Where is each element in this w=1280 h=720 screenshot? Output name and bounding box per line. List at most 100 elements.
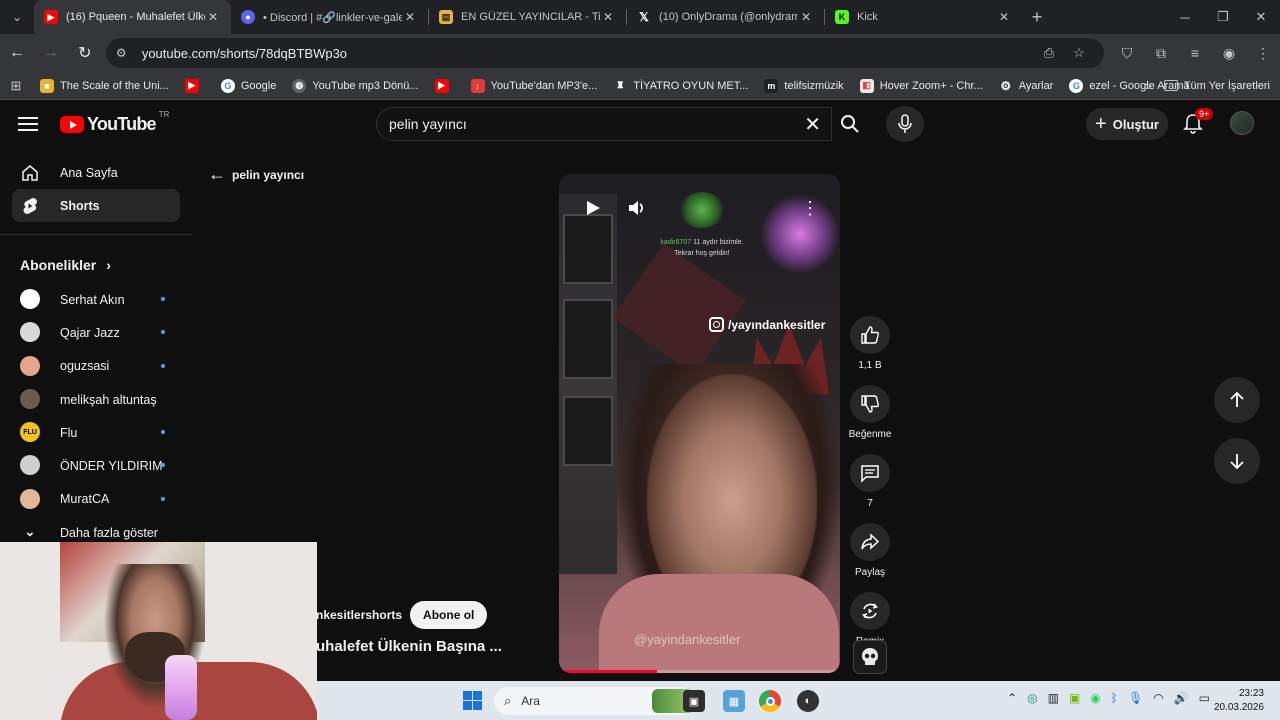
dislike-button[interactable]: Beğenme bbox=[846, 385, 894, 440]
media-controls-icon[interactable]: ≡ bbox=[1178, 45, 1212, 61]
apps-grid-icon[interactable]: ⊞ bbox=[0, 78, 32, 94]
channel-name[interactable]: nkesitlershorts bbox=[316, 608, 402, 622]
task-view-icon[interactable]: ▣ bbox=[683, 690, 705, 712]
next-short-button[interactable] bbox=[1214, 438, 1260, 484]
shield-extension-icon[interactable]: ⛉ bbox=[1110, 45, 1144, 62]
subscription-item[interactable]: Serhat Akın bbox=[0, 283, 192, 316]
volume-icon[interactable]: 🔊 bbox=[1174, 691, 1189, 705]
whatsapp-icon[interactable]: ◉ bbox=[1090, 691, 1100, 705]
bookmark-item[interactable]: G Google bbox=[213, 74, 284, 98]
subscriptions-label: Abonelikler bbox=[20, 257, 97, 273]
edge-icon[interactable]: ◎ bbox=[1027, 691, 1037, 705]
search-input[interactable]: pelin yayıncı ✕ bbox=[376, 107, 832, 141]
voice-search-button[interactable] bbox=[886, 106, 924, 142]
like-button[interactable]: 1,1 B bbox=[846, 316, 894, 371]
previous-short-button[interactable] bbox=[1214, 377, 1260, 423]
chrome-icon[interactable] bbox=[759, 690, 781, 712]
subscription-item[interactable]: FLU Flu bbox=[0, 416, 192, 449]
close-icon[interactable]: ✕ bbox=[205, 10, 221, 24]
subscription-item[interactable]: MuratCA bbox=[0, 483, 192, 516]
install-app-icon[interactable]: ⎙ bbox=[1034, 45, 1064, 61]
search-back-button[interactable]: ← pelin yayıncı bbox=[208, 164, 304, 185]
youtube-logo[interactable]: YouTube TR bbox=[60, 110, 169, 135]
tab-youtube[interactable]: ▶ (16) Pqueen - Muhalefet Ülkenin ✕ bbox=[34, 0, 231, 34]
close-icon[interactable]: ✕ bbox=[402, 10, 418, 24]
comments-button[interactable]: 7 bbox=[846, 454, 894, 509]
bookmark-item[interactable]: ♜ TİYATRO OYUN MET... bbox=[605, 74, 756, 98]
bookmark-item[interactable]: ▶ bbox=[177, 74, 213, 98]
close-icon[interactable]: ✕ bbox=[996, 10, 1012, 24]
sidebar-item-home[interactable]: Ana Sayfa bbox=[12, 156, 180, 189]
bookmark-item[interactable]: ▶ bbox=[427, 74, 463, 98]
bookmark-item[interactable]: ↓ YouTube'dan MP3'e... bbox=[463, 74, 606, 98]
bookmark-label: TİYATRO OYUN MET... bbox=[633, 79, 749, 92]
kick-icon: K bbox=[835, 10, 849, 24]
sidebar-item-shorts[interactable]: Shorts bbox=[12, 189, 180, 222]
extensions-icon[interactable]: ⧉ bbox=[1144, 45, 1178, 62]
battery-icon[interactable]: ▭ bbox=[1199, 691, 1210, 705]
volume-button[interactable] bbox=[621, 192, 653, 224]
bookmark-item[interactable]: ◍ YouTube mp3 Dönü... bbox=[284, 74, 426, 98]
more-bookmarks-icon[interactable]: » bbox=[1145, 78, 1152, 93]
subscriptions-header[interactable]: Abonelikler › bbox=[0, 247, 192, 283]
forward-button[interactable]: → bbox=[34, 36, 68, 70]
create-button[interactable]: + Oluştur bbox=[1086, 108, 1168, 140]
subscription-item[interactable]: oguzsasi bbox=[0, 350, 192, 383]
nvidia-icon[interactable]: ▣ bbox=[1069, 691, 1080, 705]
short-video-player[interactable]: kadir8707 11 aydır bizimle. Tekrar hoş g… bbox=[559, 174, 840, 673]
bookmark-item[interactable]: ◧ Hover Zoom+ - Chr... bbox=[852, 74, 991, 98]
bluetooth-icon[interactable]: ᛒ bbox=[1111, 691, 1118, 705]
taskbar-clock[interactable]: 23:23 20.03.2026 bbox=[1214, 687, 1264, 715]
subscription-item[interactable]: Qajar Jazz bbox=[0, 316, 192, 349]
all-bookmarks-button[interactable]: Tüm Yer İşaretleri bbox=[1163, 80, 1270, 92]
bookmark-item[interactable]: m telifsizmüzik bbox=[756, 74, 851, 98]
microphone-light bbox=[165, 655, 197, 720]
microphone-icon[interactable]: 🎙 bbox=[1128, 691, 1143, 705]
more-vertical-icon: ⋮ bbox=[801, 197, 819, 218]
short-title[interactable]: uhalefet Ülkenin Başına ... bbox=[316, 638, 502, 655]
bookmark-item[interactable]: ■ The Scale of the Uni... bbox=[32, 74, 177, 98]
bookmark-item[interactable]: ⚙ Ayarlar bbox=[991, 74, 1062, 98]
wifi-icon[interactable]: ◠ bbox=[1153, 691, 1163, 705]
tab-discord[interactable]: ● • Discord | #🔗linkler-ve-gale ✕ bbox=[231, 0, 428, 34]
tab-tierlist[interactable]: ▤ EN GÜZEL YAYINCILAR - Tier Lis ✕ bbox=[429, 0, 626, 34]
play-button[interactable] bbox=[577, 192, 609, 224]
subscription-item[interactable]: melikşah altuntaş bbox=[0, 383, 192, 416]
taskbar-search[interactable]: ⌕ Ara bbox=[494, 687, 694, 715]
app-with-badge-icon[interactable]: ◐ bbox=[797, 690, 819, 712]
chevron-up-icon[interactable]: ⌃ bbox=[1007, 691, 1017, 705]
share-button[interactable]: Paylaş bbox=[846, 523, 894, 578]
bookmark-star-icon[interactable]: ☆ bbox=[1064, 45, 1094, 61]
tab-kick[interactable]: K Kick ✕ bbox=[825, 0, 1022, 34]
chart-app-icon[interactable]: ▥ bbox=[1048, 691, 1059, 705]
restore-button[interactable]: ❐ bbox=[1204, 0, 1242, 34]
address-bar[interactable]: ⚙ youtube.com/shorts/78dqBTBWp3o ⎙ ☆ bbox=[105, 38, 1104, 68]
windows-start-icon[interactable] bbox=[463, 691, 482, 710]
tab-search-icon[interactable]: ⌄ bbox=[0, 0, 34, 34]
clear-search-icon[interactable]: ✕ bbox=[804, 112, 821, 137]
site-info-icon[interactable]: ⚙ bbox=[116, 46, 132, 60]
profile-icon[interactable]: ◉ bbox=[1212, 45, 1246, 62]
back-button[interactable]: ← bbox=[0, 36, 34, 70]
reload-button[interactable]: ↻ bbox=[68, 36, 102, 70]
sound-thumbnail[interactable] bbox=[853, 640, 887, 674]
more-menu-icon[interactable]: ⋮ bbox=[1246, 45, 1280, 62]
new-tab-button[interactable]: + bbox=[1022, 7, 1052, 28]
close-window-button[interactable]: ✕ bbox=[1242, 0, 1280, 34]
widget-app-icon[interactable]: ▦ bbox=[723, 690, 745, 712]
close-icon[interactable]: ✕ bbox=[600, 10, 616, 24]
channel-avatar bbox=[20, 388, 40, 409]
account-avatar[interactable] bbox=[1230, 111, 1254, 135]
new-content-dot bbox=[161, 463, 165, 468]
tab-onlydrama[interactable]: 𝕏 (10) OnlyDrama (@onlydramaX ✕ bbox=[627, 0, 824, 34]
minimize-button[interactable]: ─ bbox=[1166, 0, 1204, 34]
remix-button[interactable]: Remix bbox=[846, 592, 894, 647]
more-options-button[interactable]: ⋮ bbox=[794, 192, 826, 224]
menu-icon[interactable] bbox=[18, 114, 38, 134]
subscription-item[interactable]: ÖNDER YILDIRIM bbox=[0, 449, 192, 482]
video-progress-bar[interactable] bbox=[559, 670, 840, 673]
search-button[interactable] bbox=[830, 107, 870, 141]
notifications-button[interactable]: 9+ bbox=[1182, 108, 1214, 136]
subscribe-button[interactable]: Abone ol bbox=[410, 601, 488, 629]
close-icon[interactable]: ✕ bbox=[798, 10, 814, 24]
